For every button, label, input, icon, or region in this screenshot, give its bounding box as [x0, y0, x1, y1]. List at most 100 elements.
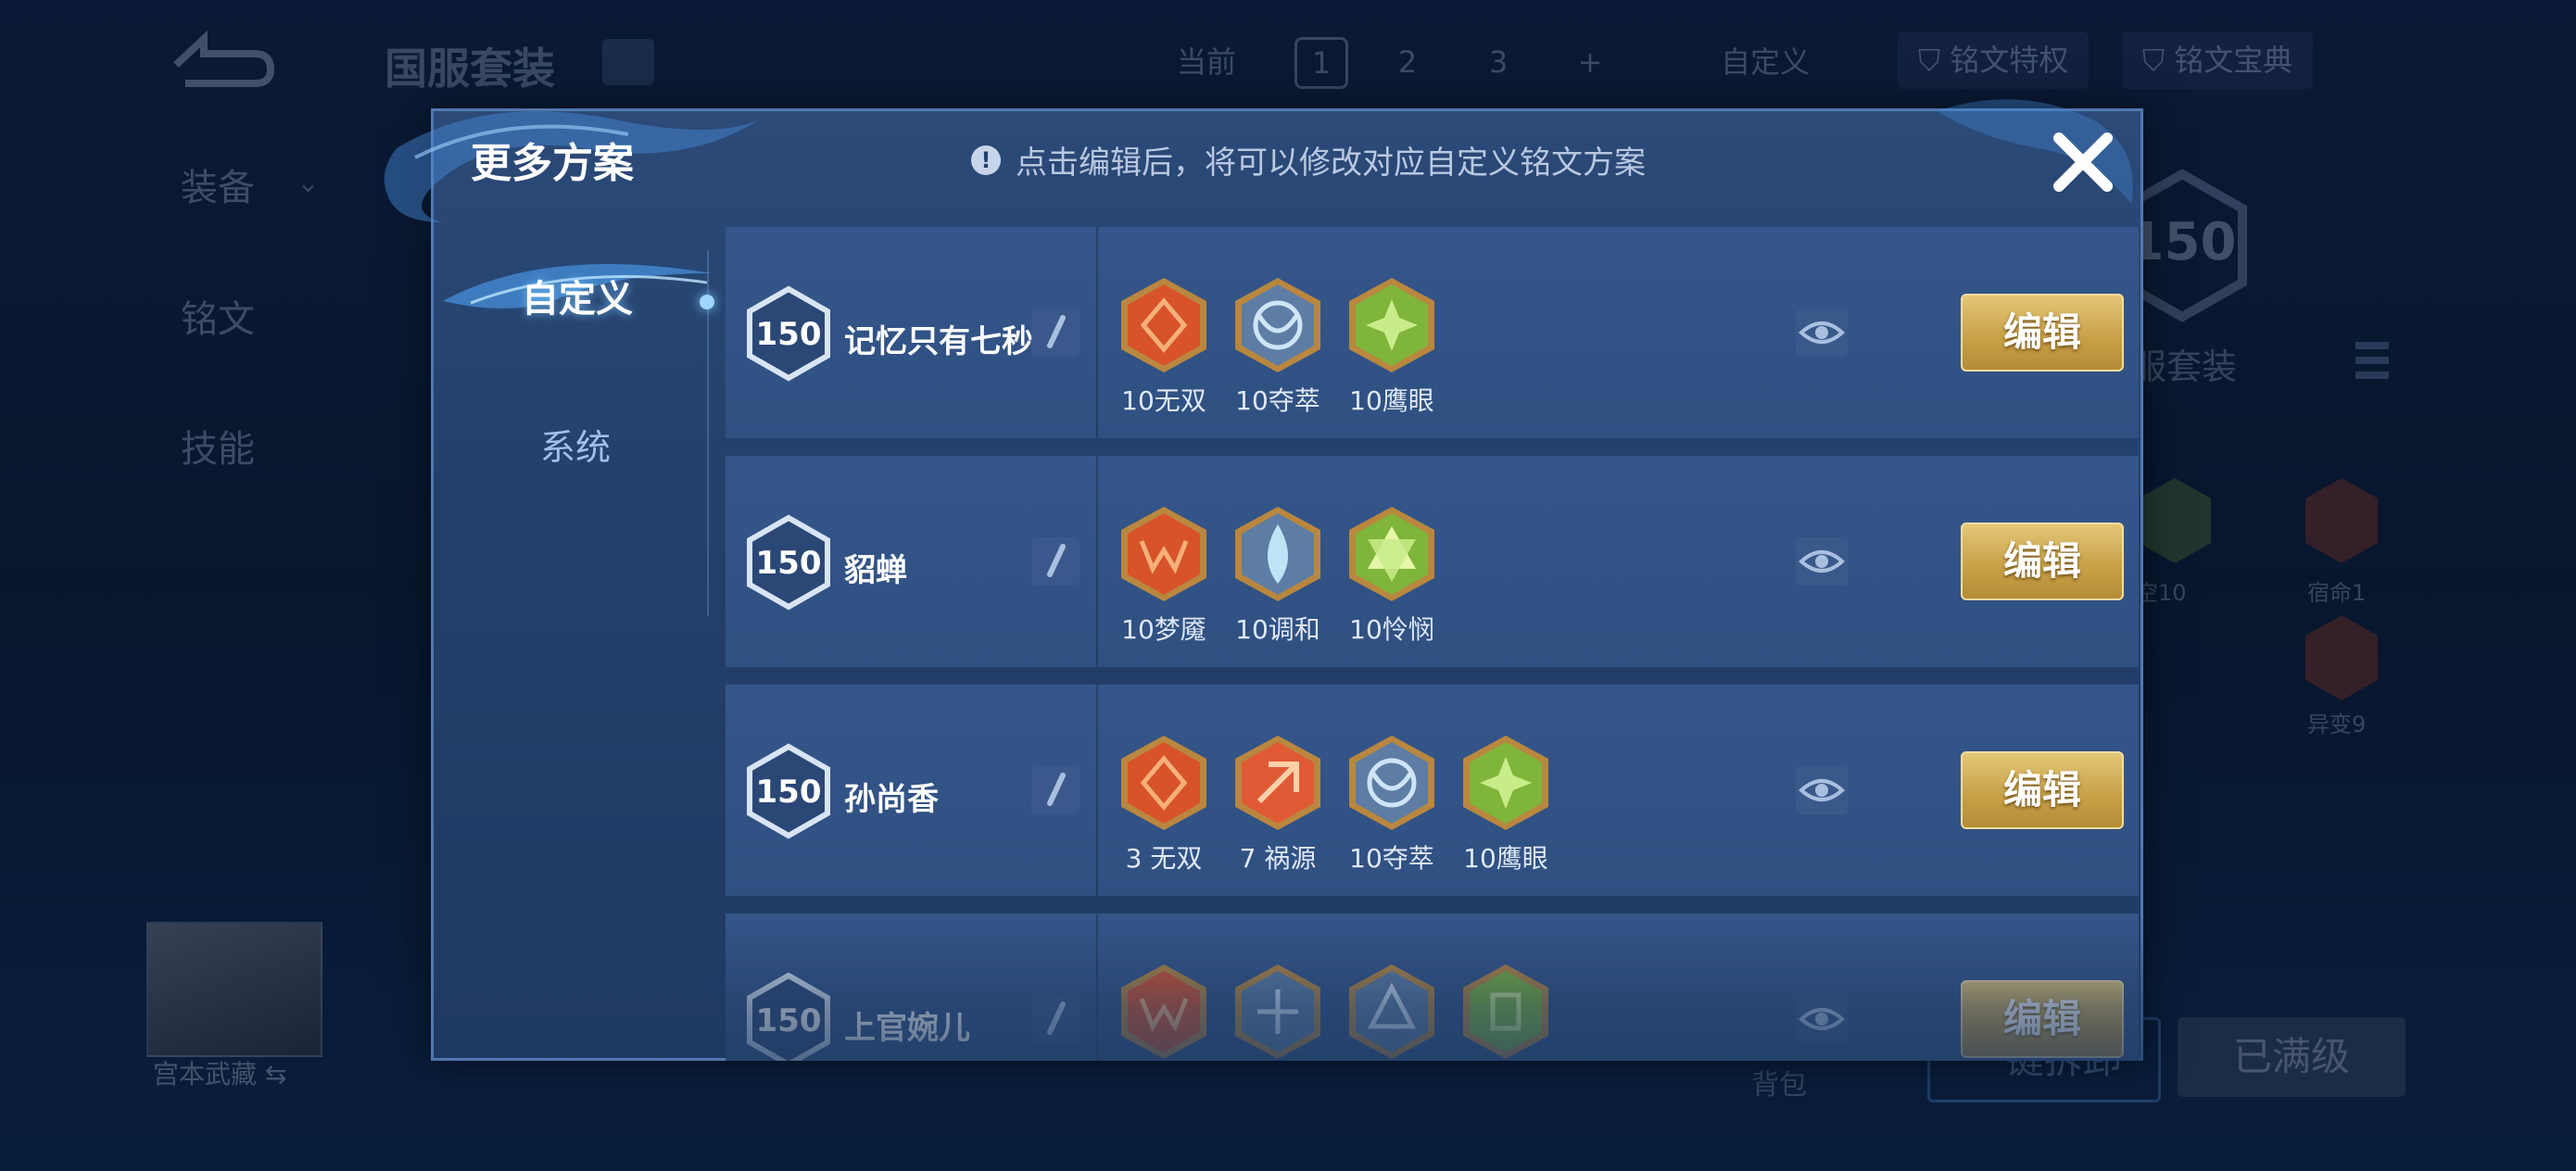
page-tab-3[interactable]: 3	[1474, 35, 1522, 89]
rune-slot[interactable]	[1449, 962, 1562, 1061]
rune-slot[interactable]: 3 无双	[1107, 733, 1220, 875]
eye-icon[interactable]	[1796, 537, 1848, 586]
rune-label: 7 祸源	[1239, 843, 1317, 874]
pencil-icon[interactable]	[1031, 766, 1080, 814]
rune-slot[interactable]	[1107, 962, 1220, 1061]
rune-label: 10鹰眼	[1349, 385, 1434, 416]
eye-icon[interactable]	[1796, 766, 1848, 814]
side-nav-equipment[interactable]: 装备	[181, 157, 255, 211]
info-icon: !	[971, 145, 1001, 175]
svg-text:150: 150	[756, 545, 822, 582]
scheme-category-panel	[434, 232, 712, 1058]
maxed-button[interactable]: 已满级	[2178, 1017, 2406, 1097]
page-tab-2[interactable]: 2	[1383, 35, 1432, 89]
edit-button[interactable]: 编辑	[1961, 294, 2124, 371]
scheme-row: 150 记忆只有七秒 10无双 10夺萃 10鹰眼 编辑	[726, 227, 2139, 438]
duocui-rune-icon	[1235, 278, 1320, 372]
more-schemes-dialog: 更多方案 ! 点击编辑后，将可以修改对应自定义铭文方案 自定义 系统 150 记…	[384, 99, 2143, 1061]
rune-slot[interactable]: 10调和	[1221, 504, 1334, 647]
huoyuan-rune-icon	[1235, 736, 1320, 830]
edit-button[interactable]: 编辑	[1961, 751, 2124, 829]
custom-top-tab[interactable]: 自定义	[1705, 35, 1825, 89]
rune-codex-button[interactable]: ⛉ 铭文宝典	[2122, 31, 2314, 89]
scheme-row: 150 貂蝉 10梦魇 10调和 10怜悯 编辑	[726, 456, 2139, 667]
level-badge-icon: 150	[747, 514, 830, 611]
row-divider	[1096, 456, 1098, 667]
tab-system[interactable]: 系统	[540, 419, 611, 470]
pencil-icon[interactable]	[1031, 995, 1080, 1043]
tab-custom[interactable]: 自定义	[522, 269, 633, 322]
scheme-name: 上官婉儿	[844, 1010, 970, 1047]
level-badge-icon: 150	[747, 285, 830, 382]
rune-slot[interactable]: 10鹰眼	[1335, 275, 1448, 418]
row-divider	[1096, 227, 1098, 438]
red-rune-icon	[1121, 964, 1206, 1059]
hero-name[interactable]: 宫本武藏 ⇆	[153, 1054, 286, 1091]
red-rune-icon	[2305, 615, 2378, 700]
add-page-button[interactable]: +	[1566, 35, 1614, 89]
rune-privilege-button[interactable]: ⛉ 铭文特权	[1898, 31, 2090, 89]
rune-label: 异变9	[2307, 711, 2367, 737]
bag-label[interactable]: 背包	[1751, 1062, 1807, 1102]
rune-label: 3 无双	[1125, 843, 1203, 874]
duocui-rune-icon	[1349, 736, 1434, 830]
rune-slot[interactable]: 10鹰眼	[1449, 733, 1562, 875]
rune-slot[interactable]	[1221, 962, 1334, 1061]
row-divider	[1096, 913, 1098, 1061]
scheme-list[interactable]: 150 记忆只有七秒 10无双 10夺萃 10鹰眼 编辑 150 貂蝉 10梦魇…	[726, 227, 2143, 1061]
rune-slot[interactable]: 10无双	[1107, 275, 1220, 418]
close-icon[interactable]	[2046, 125, 2120, 199]
wushuang-rune-icon	[1121, 278, 1206, 372]
eye-icon[interactable]	[1796, 308, 1848, 357]
active-tab-indicator	[700, 295, 714, 309]
eye-icon[interactable]	[1796, 995, 1848, 1043]
tiaohe-rune-icon	[1235, 507, 1320, 601]
svg-text:150: 150	[756, 316, 822, 353]
hint-message: ! 点击编辑后，将可以修改对应自定义铭文方案	[971, 137, 1646, 183]
back-arrow-icon[interactable]	[167, 28, 278, 93]
rune-label: 10无双	[1121, 385, 1206, 416]
rune-slot[interactable]: 7 祸源	[1221, 733, 1334, 875]
scheme-name: 孙尚香	[844, 781, 939, 818]
rune-label: 10夺萃	[1235, 385, 1320, 416]
edit-button[interactable]: 编辑	[1961, 523, 2124, 600]
svg-text:150: 150	[756, 1002, 822, 1039]
pencil-icon[interactable]	[1031, 537, 1080, 586]
yingyan-rune-icon	[1349, 278, 1434, 372]
mengyan-rune-icon	[1121, 507, 1206, 601]
scheme-row: 150 上官婉儿 编辑	[726, 913, 2139, 1061]
rune-label: 10梦魇	[1121, 614, 1206, 645]
page-tab-1[interactable]: 1	[1294, 37, 1348, 89]
blue-rune-icon	[1349, 964, 1434, 1059]
rune-label: 10怜悯	[1349, 614, 1434, 645]
scheme-name: 记忆只有七秒	[844, 323, 1033, 360]
red-rune-icon	[2305, 478, 2378, 563]
hint-text: 点击编辑后，将可以修改对应自定义铭文方案	[1016, 145, 1646, 182]
codex-icon: ⛉	[2142, 43, 2175, 78]
pencil-icon[interactable]	[1031, 308, 1080, 357]
grid-icon[interactable]	[602, 39, 654, 85]
rune-slot[interactable]	[1335, 962, 1448, 1061]
scheme-name: 貂蝉	[844, 552, 907, 589]
green-rune-icon	[1463, 964, 1548, 1059]
side-nav-skills[interactable]: 技能	[181, 419, 255, 472]
rune-label: 10鹰眼	[1463, 843, 1548, 874]
rune-slot[interactable]: 10夺萃	[1221, 275, 1334, 418]
side-nav-runes[interactable]: 铭文	[181, 289, 255, 343]
rune-label: 宿命1	[2307, 580, 2367, 606]
wushuang-rune-icon	[1121, 736, 1206, 830]
rune-slot[interactable]: 10怜悯	[1335, 504, 1448, 647]
menu-icon[interactable]	[2354, 338, 2391, 390]
chevron-down-icon: ⌄	[297, 167, 321, 199]
edit-button[interactable]: 编辑	[1961, 980, 2124, 1058]
current-label: 当前	[1176, 44, 1236, 80]
rune-slot[interactable]: 10夺萃	[1335, 733, 1448, 875]
dialog-title: 更多方案	[471, 140, 634, 187]
svg-text:150: 150	[756, 774, 822, 811]
green-rune-icon	[2139, 478, 2211, 563]
hero-portrait[interactable]	[146, 922, 322, 1057]
lianmin-rune-icon	[1349, 507, 1434, 601]
rune-slot[interactable]: 10梦魇	[1107, 504, 1220, 647]
rune-label: 10调和	[1235, 614, 1320, 645]
privilege-icon: ⛉	[1918, 43, 1951, 78]
